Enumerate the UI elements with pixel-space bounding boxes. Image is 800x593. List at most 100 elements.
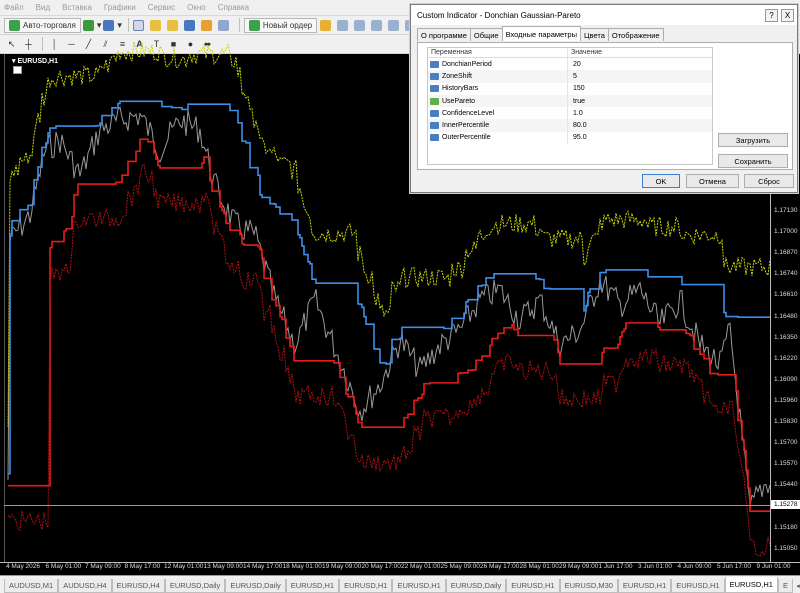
parameters-header: Переменная Значение bbox=[428, 48, 712, 58]
time-tick-label: 22 May 01:00 bbox=[401, 563, 441, 570]
time-tick-label: 28 May 01:00 bbox=[519, 563, 559, 570]
time-tick-label: 13 May 09:00 bbox=[203, 563, 243, 570]
parameter-value[interactable]: 5 bbox=[568, 73, 712, 80]
parameter-value[interactable]: true bbox=[568, 98, 712, 105]
save-button[interactable]: Сохранить bbox=[718, 154, 788, 168]
bool-param-icon bbox=[430, 97, 439, 105]
price-tick-label: 1.16870 bbox=[774, 249, 798, 257]
price-tick-label: 1.16610 bbox=[774, 291, 798, 299]
price-tick-label: 1.15440 bbox=[774, 481, 798, 489]
numeric-param-icon bbox=[430, 85, 439, 93]
numeric-param-icon bbox=[430, 109, 439, 117]
parameter-row[interactable]: ZoneShift 5 bbox=[428, 70, 712, 83]
inputs-panel: Переменная Значение DonchianPeriod 20 Zone… bbox=[417, 42, 793, 170]
parameter-row[interactable]: OuterPercentile 95.0 bbox=[428, 131, 712, 145]
tab-common[interactable]: Общие bbox=[469, 28, 503, 41]
parameter-name-cell: InnerPercentile bbox=[428, 119, 568, 132]
terminal-window: Файл Вид Вставка Графики Сервис Окно Спр… bbox=[0, 0, 800, 593]
parameter-name: ZoneShift bbox=[442, 72, 472, 80]
current-price-label: 1.15278 bbox=[771, 500, 800, 509]
parameter-value[interactable]: 95.0 bbox=[568, 134, 712, 141]
tab-scroll-arrows: ◂▸ bbox=[793, 579, 800, 593]
time-tick-label: 6 May 01:00 bbox=[45, 563, 82, 570]
chart-tab[interactable]: EURUSD,H1 bbox=[392, 579, 446, 593]
tab-about[interactable]: О программе bbox=[417, 28, 471, 41]
price-tick-label: 1.16480 bbox=[774, 312, 798, 320]
price-tick-label: 1.16220 bbox=[774, 354, 798, 362]
time-tick-label: 4 May 2026 bbox=[6, 563, 40, 570]
parameter-row[interactable]: UsePareto true bbox=[428, 94, 712, 108]
chart-tab[interactable]: EURUSD,H1 bbox=[339, 579, 393, 593]
parameter-row[interactable]: ConfidenceLevel 1.0 bbox=[428, 107, 712, 120]
numeric-param-icon bbox=[430, 122, 439, 130]
help-button[interactable]: ? bbox=[765, 8, 778, 22]
column-value[interactable]: Значение bbox=[568, 48, 712, 57]
reset-button[interactable]: Сброс bbox=[744, 174, 794, 188]
time-tick-label: 8 May 17:00 bbox=[124, 563, 161, 570]
parameter-value[interactable]: 1.0 bbox=[568, 110, 712, 117]
close-button[interactable]: X bbox=[781, 8, 794, 22]
parameter-value[interactable]: 80.0 bbox=[568, 122, 712, 129]
time-tick-label: 9 Jun 01:00 bbox=[756, 563, 791, 570]
parameter-row[interactable]: InnerPercentile 80.0 bbox=[428, 119, 712, 132]
price-tick-label: 1.15830 bbox=[774, 418, 798, 425]
price-tick-label: 1.16090 bbox=[774, 375, 798, 383]
cancel-button[interactable]: Отмена bbox=[686, 174, 739, 188]
load-button[interactable]: Загрузить bbox=[718, 133, 788, 147]
time-tick-label: 18 May 01:00 bbox=[282, 563, 322, 570]
chart-tab[interactable]: AUDUSD,H4 bbox=[58, 579, 112, 593]
scroll-left-icon[interactable]: ◂ bbox=[793, 579, 800, 593]
time-tick-label: 29 May 09:00 bbox=[559, 563, 599, 570]
parameter-name-cell: UsePareto bbox=[428, 94, 568, 108]
time-tick-label: 7 May 09:00 bbox=[85, 563, 121, 570]
chart-tab[interactable]: E bbox=[777, 579, 793, 593]
parameter-row[interactable]: HistoryBars 150 bbox=[428, 82, 712, 95]
parameter-name-cell: HistoryBars bbox=[428, 82, 568, 95]
chart-tab[interactable]: EURUSD,Daily bbox=[225, 579, 286, 593]
time-tick-label: 19 May 09:00 bbox=[322, 563, 362, 570]
price-tick-label: 1.17000 bbox=[774, 228, 798, 236]
numeric-param-icon bbox=[430, 72, 439, 80]
parameter-name: ConfidenceLevel bbox=[442, 109, 495, 117]
chart-tab[interactable]: EURUSD,H1 bbox=[671, 579, 725, 593]
time-tick-label: 14 May 17:00 bbox=[243, 563, 283, 570]
parameter-name-cell: ZoneShift bbox=[428, 70, 568, 83]
chart-tab[interactable]: AUDUSD,M1 bbox=[4, 579, 59, 593]
chart-tab[interactable]: EURUSD,H4 bbox=[111, 579, 165, 593]
parameter-name-cell: OuterPercentile bbox=[428, 131, 568, 145]
chart-tab[interactable]: EURUSD,H1 bbox=[617, 579, 672, 593]
parameter-name: OuterPercentile bbox=[442, 134, 491, 142]
chart-tab[interactable]: EURUSD,Daily bbox=[445, 579, 507, 593]
tab-inputs[interactable]: Входные параметры bbox=[501, 26, 581, 41]
one-click-trading-toggle[interactable] bbox=[13, 66, 22, 74]
ok-button[interactable]: OK bbox=[642, 174, 680, 188]
parameter-name-cell: ConfidenceLevel bbox=[428, 107, 568, 120]
chart-tab[interactable]: EURUSD,Daily bbox=[164, 579, 226, 593]
parameter-name: UsePareto bbox=[442, 97, 476, 105]
tab-visualization[interactable]: Отображение bbox=[607, 28, 664, 41]
dialog-titlebar: Custom Indicator - Donchian Gaussian-Par… bbox=[411, 5, 797, 25]
parameter-value[interactable]: 150 bbox=[568, 85, 712, 92]
time-tick-label: 3 Jun 01:00 bbox=[638, 563, 672, 570]
price-tick-label: 1.15960 bbox=[774, 396, 798, 404]
time-tick-label: 26 May 17:00 bbox=[480, 563, 520, 570]
tab-colors[interactable]: Цвета bbox=[579, 28, 609, 41]
time-tick-label: 25 May 09:00 bbox=[440, 563, 480, 570]
parameter-row[interactable]: DonchianPeriod 20 bbox=[428, 58, 712, 71]
chart-tab[interactable]: EURUSD,H1 bbox=[285, 579, 340, 593]
price-tick-label: 1.15180 bbox=[774, 523, 798, 531]
time-tick-label: 12 May 01:00 bbox=[164, 563, 204, 570]
chart-tab[interactable]: EURUSD,M30 bbox=[559, 579, 618, 593]
column-variable[interactable]: Переменная bbox=[428, 48, 568, 57]
chart-tab[interactable]: EURUSD,H1 bbox=[724, 577, 778, 593]
time-tick-label: 4 Jun 09:00 bbox=[677, 563, 712, 570]
bid-line bbox=[4, 505, 770, 506]
price-tick-label: 1.15050 bbox=[774, 544, 798, 552]
outer-lower-band bbox=[7, 163, 771, 557]
parameter-value[interactable]: 20 bbox=[568, 61, 712, 68]
time-tick-label: 5 Jun 17:00 bbox=[717, 563, 751, 570]
chart-tab[interactable]: EURUSD,H1 bbox=[506, 579, 560, 593]
parameter-name: InnerPercentile bbox=[442, 122, 490, 130]
parameter-name: HistoryBars bbox=[442, 85, 479, 93]
lower-band bbox=[8, 138, 770, 513]
